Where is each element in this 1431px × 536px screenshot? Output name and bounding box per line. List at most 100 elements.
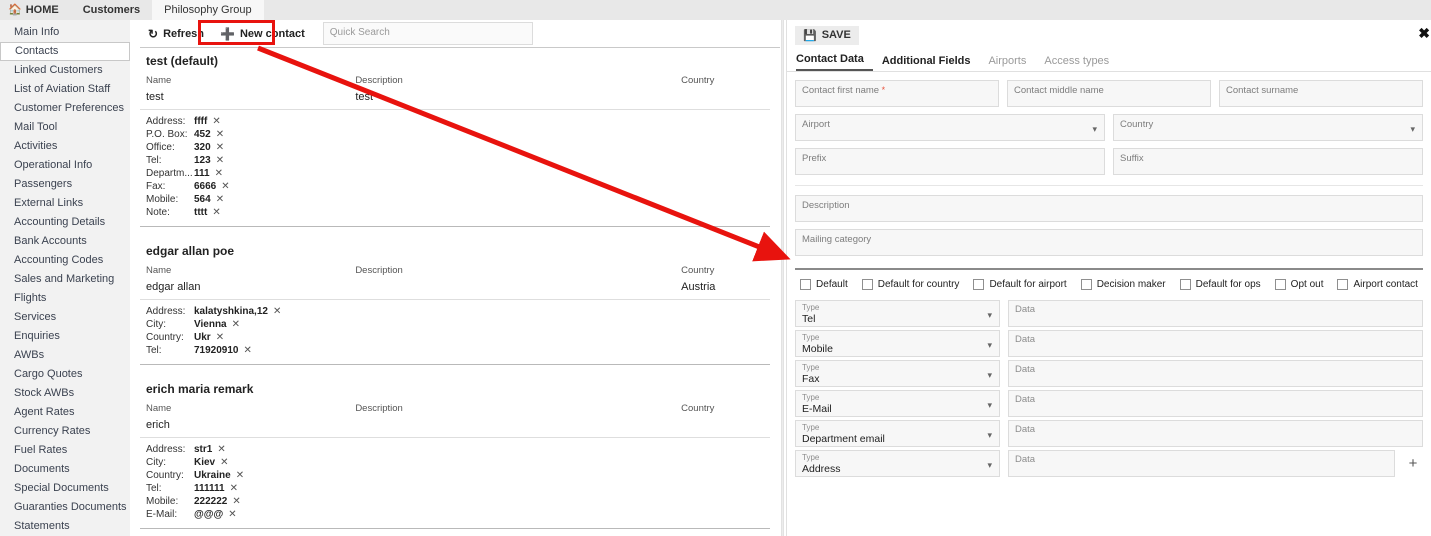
tab-airports[interactable]: Airports <box>979 55 1035 71</box>
sidebar-item-awbs[interactable]: AWBs <box>0 346 130 365</box>
mailing-category-input[interactable]: Mailing category <box>795 229 1423 256</box>
data-input-mobile[interactable]: Data <box>1008 330 1423 357</box>
suffix-input[interactable]: Suffix <box>1113 148 1423 175</box>
checkbox-decision-maker[interactable]: Decision maker <box>1080 279 1166 290</box>
remove-detail-icon[interactable]: ✕ <box>236 470 244 481</box>
remove-detail-icon[interactable]: ✕ <box>212 207 220 218</box>
remove-detail-icon[interactable]: ✕ <box>215 168 223 179</box>
sidebar-item-activities[interactable]: Activities <box>0 137 130 156</box>
checkbox-default-for-ops[interactable]: Default for ops <box>1179 279 1261 290</box>
remove-detail-icon[interactable]: ✕ <box>216 194 224 205</box>
sidebar-item-contacts[interactable]: Contacts <box>0 42 130 61</box>
sidebar-item-bank-accounts[interactable]: Bank Accounts <box>0 232 130 251</box>
type-select-email[interactable]: Type E-Mail ▾ <box>795 390 1000 417</box>
remove-detail-icon[interactable]: ✕ <box>212 116 220 127</box>
sidebar-item-enquiries[interactable]: Enquiries <box>0 327 130 346</box>
checkbox-box[interactable] <box>1274 279 1286 290</box>
type-select-address[interactable]: Type Address ▾ <box>795 450 1000 477</box>
remove-detail-icon[interactable]: ✕ <box>230 483 238 494</box>
country-select[interactable]: Country ▾ <box>1113 114 1423 141</box>
remove-detail-icon[interactable]: ✕ <box>221 181 229 192</box>
sidebar-item-cargo-quotes[interactable]: Cargo Quotes <box>0 365 130 384</box>
sidebar-item-agent-rates[interactable]: Agent Rates <box>0 403 130 422</box>
type-select-fax[interactable]: Type Fax ▾ <box>795 360 1000 387</box>
save-button[interactable]: 💾 SAVE <box>795 25 859 45</box>
description-input[interactable]: Description <box>795 195 1423 222</box>
tab-additional-fields[interactable]: Additional Fields <box>873 55 980 71</box>
sidebar-item-operational-info[interactable]: Operational Info <box>0 156 130 175</box>
airport-select[interactable]: Airport ▾ <box>795 114 1105 141</box>
remove-detail-icon[interactable]: ✕ <box>216 129 224 140</box>
contact-first-name-input[interactable]: Contact first name * <box>795 80 999 107</box>
contact-summary-row[interactable]: edgar allan Austria <box>140 281 770 293</box>
checkbox-box[interactable] <box>861 279 873 290</box>
data-input-address[interactable]: Data <box>1008 450 1395 477</box>
remove-detail-icon[interactable]: ✕ <box>232 319 240 330</box>
data-placeholder: Data <box>1015 334 1036 345</box>
type-select-mobile[interactable]: Type Mobile ▾ <box>795 330 1000 357</box>
nav-home[interactable]: 🏠 HOME <box>0 0 71 20</box>
checkbox-opt-out[interactable]: Opt out <box>1274 279 1323 290</box>
sidebar-item-guaranties-documents[interactable]: Guaranties Documents <box>0 498 130 517</box>
panel-splitter[interactable] <box>781 20 784 536</box>
remove-detail-icon[interactable]: ✕ <box>273 306 281 317</box>
sidebar-item-services[interactable]: Services <box>0 308 130 327</box>
nav-tab-philosophy-group[interactable]: Philosophy Group <box>152 0 264 20</box>
checkbox-box[interactable] <box>973 279 985 290</box>
close-icon[interactable]: ✖ <box>1418 26 1430 40</box>
checkbox-box[interactable] <box>800 279 812 290</box>
sidebar-item-external-links[interactable]: External Links <box>0 194 130 213</box>
remove-detail-icon[interactable]: ✕ <box>232 496 240 507</box>
sidebar-item-list-of-aviation-staff[interactable]: List of Aviation Staff <box>0 80 130 99</box>
new-contact-button[interactable]: ➕ New contact <box>212 24 313 44</box>
checkbox-box[interactable] <box>1337 279 1349 290</box>
sidebar-item-documents[interactable]: Documents <box>0 460 130 479</box>
sidebar-item-sales-and-marketing[interactable]: Sales and Marketing <box>0 270 130 289</box>
checkbox-airport-contact[interactable]: Airport contact <box>1337 279 1418 290</box>
sidebar-item-fuel-rates[interactable]: Fuel Rates <box>0 441 130 460</box>
data-input-department-email[interactable]: Data <box>1008 420 1423 447</box>
data-input-tel[interactable]: Data <box>1008 300 1423 327</box>
detail-row: E-Mail: @@@ ✕ <box>146 509 770 522</box>
checkbox-default-for-airport[interactable]: Default for airport <box>973 279 1067 290</box>
contact-summary-row[interactable]: erich <box>140 419 770 431</box>
sidebar-item-accounting-codes[interactable]: Accounting Codes <box>0 251 130 270</box>
prefix-input[interactable]: Prefix <box>795 148 1105 175</box>
sidebar-item-passengers[interactable]: Passengers <box>0 175 130 194</box>
data-input-fax[interactable]: Data <box>1008 360 1423 387</box>
remove-detail-icon[interactable]: ✕ <box>216 332 224 343</box>
tab-access-types[interactable]: Access types <box>1035 55 1118 71</box>
remove-detail-icon[interactable]: ✕ <box>244 345 252 356</box>
data-input-email[interactable]: Data <box>1008 390 1423 417</box>
checkbox-box[interactable] <box>1179 279 1191 290</box>
refresh-button[interactable]: ↻ Refresh <box>140 24 212 44</box>
sidebar-item-accounting-details[interactable]: Accounting Details <box>0 213 130 232</box>
sidebar-item-linked-customers[interactable]: Linked Customers <box>0 61 130 80</box>
remove-detail-icon[interactable]: ✕ <box>216 142 224 153</box>
nav-tab-customers[interactable]: Customers <box>71 0 152 20</box>
sidebar-item-flights[interactable]: Flights <box>0 289 130 308</box>
sidebar-item-statements[interactable]: Statements <box>0 517 130 536</box>
remove-detail-icon[interactable]: ✕ <box>217 444 225 455</box>
add-contact-row-button[interactable]: + <box>1403 450 1423 477</box>
tab-contact-data[interactable]: Contact Data <box>796 53 873 71</box>
contact-middle-name-input[interactable]: Contact middle name <box>1007 80 1211 107</box>
detail-label: Fax: <box>146 181 166 192</box>
checkbox-box[interactable] <box>1080 279 1092 290</box>
type-select-tel[interactable]: Type Tel ▾ <box>795 300 1000 327</box>
checkbox-default[interactable]: Default <box>800 279 848 290</box>
remove-detail-icon[interactable]: ✕ <box>228 509 236 520</box>
checkbox-default-for-country[interactable]: Default for country <box>861 279 959 290</box>
sidebar-item-customer-preferences[interactable]: Customer Preferences <box>0 99 130 118</box>
sidebar-item-currency-rates[interactable]: Currency Rates <box>0 422 130 441</box>
contact-summary-row[interactable]: test test <box>140 91 770 103</box>
remove-detail-icon[interactable]: ✕ <box>220 457 228 468</box>
sidebar-item-special-documents[interactable]: Special Documents <box>0 479 130 498</box>
contact-surname-input[interactable]: Contact surname <box>1219 80 1423 107</box>
sidebar-item-stock-awbs[interactable]: Stock AWBs <box>0 384 130 403</box>
quick-search-input[interactable]: Quick Search <box>322 22 533 45</box>
sidebar-item-main-info[interactable]: Main Info <box>0 23 130 42</box>
remove-detail-icon[interactable]: ✕ <box>216 155 224 166</box>
type-select-department-email[interactable]: Type Department email ▾ <box>795 420 1000 447</box>
sidebar-item-mail-tool[interactable]: Mail Tool <box>0 118 130 137</box>
